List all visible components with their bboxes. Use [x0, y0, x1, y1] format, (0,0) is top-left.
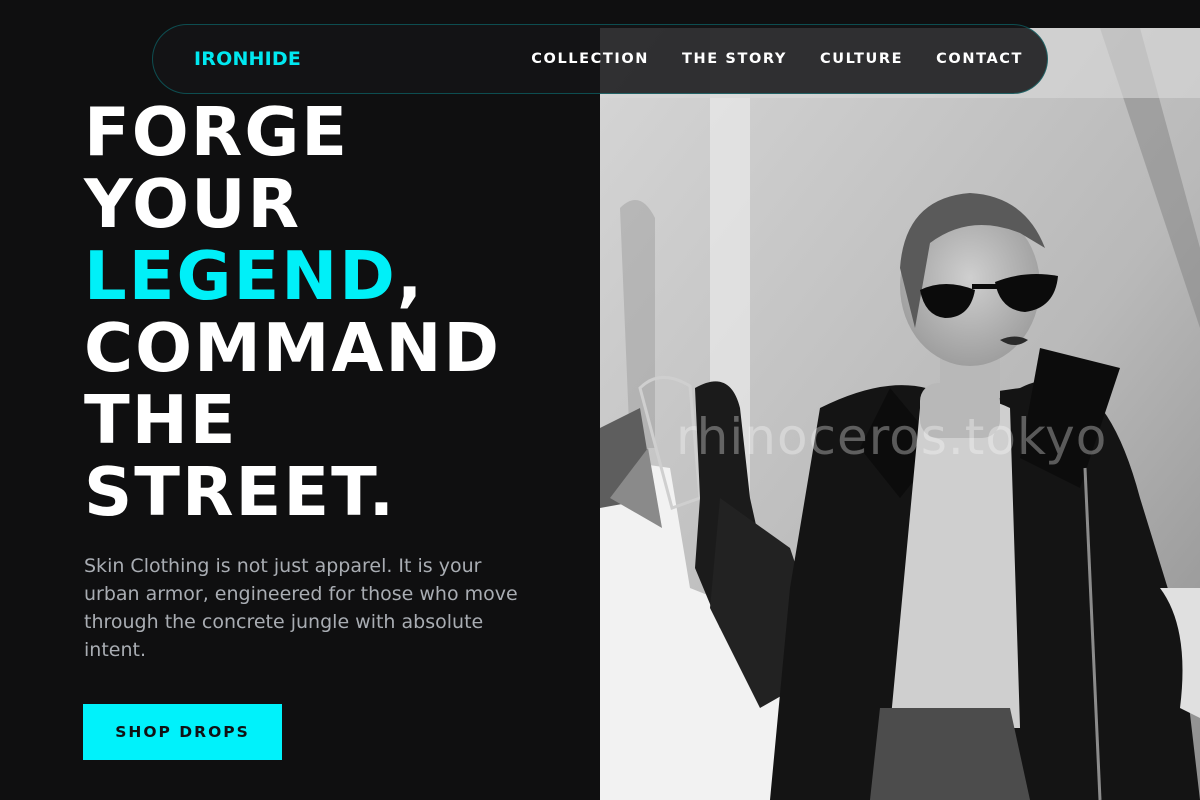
headline-line-2: YOUR [84, 165, 302, 243]
shop-drops-button[interactable]: SHOP DROPS [83, 704, 282, 760]
nav-link-culture[interactable]: CULTURE [820, 51, 903, 67]
brand-logo[interactable]: IRONHIDE [194, 48, 301, 70]
headline-line-3: LEGEND, [84, 240, 501, 312]
headline-comma: , [396, 237, 425, 315]
nav-link-contact[interactable]: CONTACT [936, 51, 1023, 67]
hero-page: rhinoceros.tokyo IRONHIDE COLLECTION THE… [0, 0, 1200, 800]
headline-line-1: FORGE [84, 93, 350, 171]
nav-link-collection[interactable]: COLLECTION [531, 51, 649, 67]
nav-link-the-story[interactable]: THE STORY [682, 51, 787, 67]
hero-headline: FORGE YOUR LEGEND, COMMAND THE STREET. [84, 96, 501, 528]
headline-accent-word: LEGEND [84, 237, 397, 315]
hero-photo: rhinoceros.tokyo [600, 28, 1200, 800]
headline-line-5: THE [84, 381, 238, 459]
top-navigation: IRONHIDE COLLECTION THE STORY CULTURE CO… [152, 24, 1048, 94]
hero-description: Skin Clothing is not just apparel. It is… [84, 555, 518, 661]
headline-line-6: STREET. [84, 453, 397, 531]
headline-line-4: COMMAND [84, 309, 502, 387]
nav-links: COLLECTION THE STORY CULTURE CONTACT [531, 51, 1023, 67]
image-watermark: rhinoceros.tokyo [676, 408, 1108, 466]
